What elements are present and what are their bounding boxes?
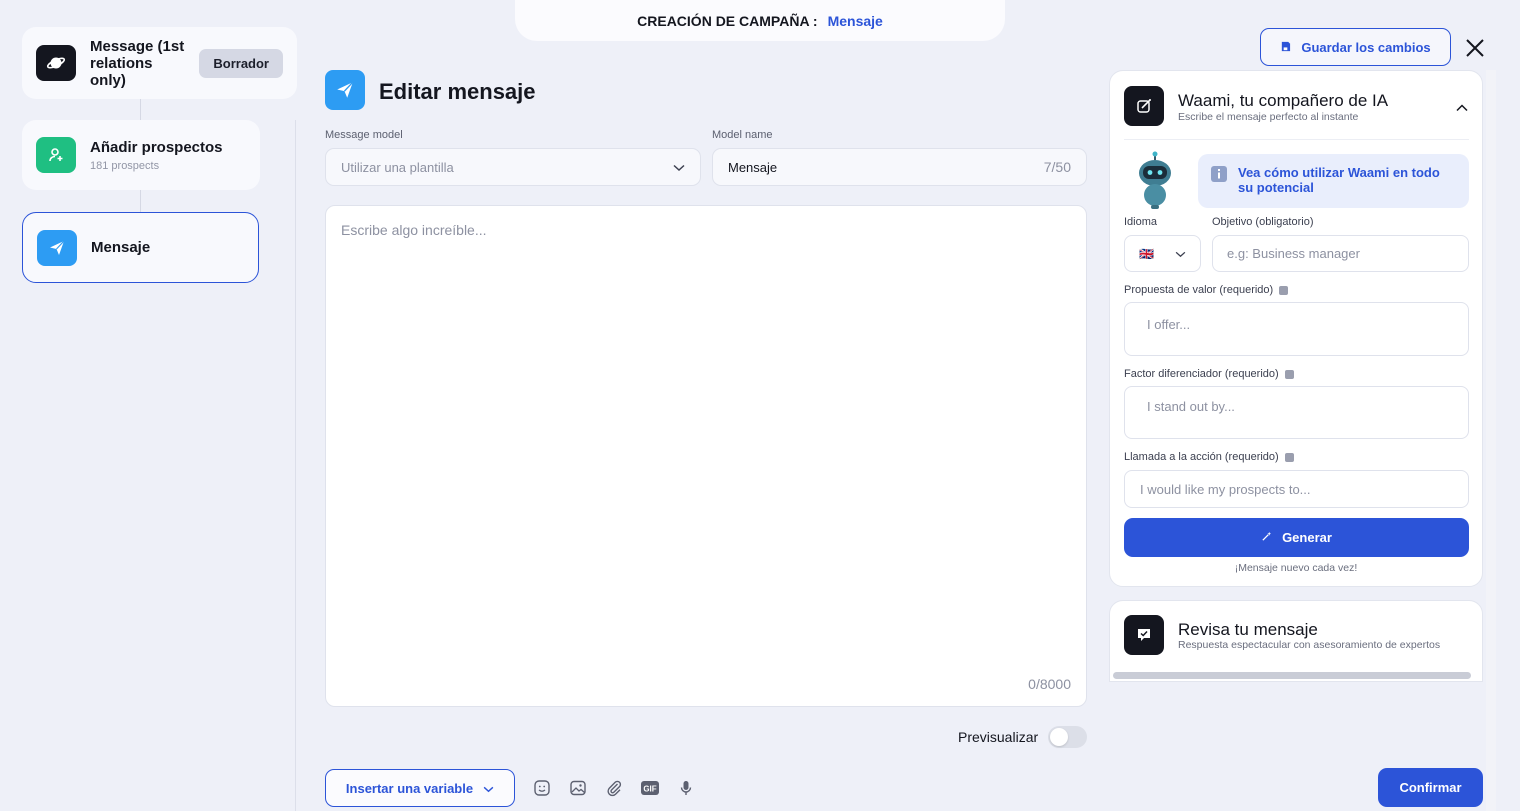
value-proposition-input[interactable]: I offer... xyxy=(1124,302,1469,356)
gif-icon[interactable]: GIF xyxy=(640,778,660,798)
diff-placeholder: I stand out by... xyxy=(1147,399,1235,414)
paper-plane-icon xyxy=(37,229,77,266)
model-name-value: Mensaje xyxy=(728,159,778,175)
diff-label-text: Factor diferenciador (requerido) xyxy=(1124,368,1279,380)
cta-label: Llamada a la acción (requerido) xyxy=(1124,451,1294,463)
cta-label-text: Llamada a la acción (requerido) xyxy=(1124,451,1279,463)
step-connector xyxy=(140,190,141,212)
save-changes-button[interactable]: Guardar los cambios xyxy=(1260,28,1451,66)
differentiator-label: Factor diferenciador (requerido) xyxy=(1124,368,1294,380)
step-add-prospects[interactable]: Añadir prospectos 181 prospects xyxy=(22,120,260,190)
info-icon xyxy=(1210,165,1228,188)
step-message-active[interactable]: Mensaje xyxy=(22,212,259,283)
info-icon[interactable] xyxy=(1279,285,1289,295)
waami-tip-link[interactable]: Vea cómo utilizar Waami en todo su poten… xyxy=(1198,154,1469,208)
message-counter: 0/8000 xyxy=(1028,676,1071,692)
ai-assistant-panel: Waami, tu compañero de IA Escribe el men… xyxy=(1109,70,1483,587)
magic-edit-icon xyxy=(1124,86,1164,126)
template-select[interactable]: Utilizar una plantilla xyxy=(325,148,701,186)
cta-input[interactable]: I would like my prospects to... xyxy=(1124,470,1469,508)
confirm-button[interactable]: Confirmar xyxy=(1378,768,1483,807)
draft-badge: Borrador xyxy=(199,48,283,78)
review-title: Revisa tu mensaje xyxy=(1178,620,1318,639)
preview-label: Previsualizar xyxy=(958,729,1039,745)
divider xyxy=(1124,139,1469,140)
ai-subtitle: Escribe el mensaje perfecto al instante xyxy=(1178,111,1359,123)
breadcrumb-label: CREACIÓN DE CAMPAÑA : xyxy=(637,12,818,29)
ai-title: Waami, tu compañero de IA xyxy=(1178,91,1389,110)
name-label: Model name xyxy=(712,129,773,141)
cta-placeholder: I would like my prospects to... xyxy=(1140,481,1311,497)
sparkle-icon xyxy=(1261,530,1272,545)
step-message-draft[interactable]: Message (1st relations only) Borrador xyxy=(22,27,297,99)
value-label-text: Propuesta de valor (requerido) xyxy=(1124,284,1274,296)
insert-variable-button[interactable]: Insertar una variable xyxy=(325,769,515,807)
differentiator-input[interactable]: I stand out by... xyxy=(1124,386,1469,439)
review-message-panel[interactable]: Revisa tu mensaje Respuesta espectacular… xyxy=(1109,600,1483,682)
objective-label-text: Objetivo (obligatorio) xyxy=(1212,216,1314,228)
chevron-down-icon xyxy=(673,160,685,175)
info-icon[interactable] xyxy=(1284,369,1294,379)
campaign-breadcrumb: CREACIÓN DE CAMPAÑA : Mensaje xyxy=(515,0,1005,41)
breadcrumb-current: Mensaje xyxy=(827,12,883,29)
flag-uk-icon: 🇬🇧 xyxy=(1139,246,1154,261)
tip-text: Vea cómo utilizar Waami en todo su poten… xyxy=(1238,165,1440,195)
language-label: Idioma xyxy=(1124,216,1157,228)
emoji-icon[interactable] xyxy=(532,778,552,798)
chevron-down-icon xyxy=(483,781,494,796)
language-label-text: Idioma xyxy=(1124,216,1158,228)
save-icon xyxy=(1280,40,1291,55)
chevron-up-icon[interactable] xyxy=(1456,99,1468,117)
generate-label: Generar xyxy=(1282,530,1332,545)
step-connector xyxy=(140,99,141,120)
insert-variable-label: Insertar una variable xyxy=(345,780,474,796)
generate-note: ¡Mensaje nuevo cada vez! xyxy=(1234,562,1358,574)
add-user-icon xyxy=(36,137,76,173)
review-subtitle: Respuesta espectacular con asesoramiento… xyxy=(1178,639,1441,651)
language-select[interactable]: 🇬🇧 xyxy=(1124,235,1201,272)
image-icon[interactable] xyxy=(568,778,588,798)
preview-toggle[interactable] xyxy=(1048,726,1087,748)
info-icon[interactable] xyxy=(1284,452,1294,462)
message-textarea[interactable]: Escribe algo increíble... 0/8000 xyxy=(325,205,1087,707)
objective-label: Objetivo (obligatorio) xyxy=(1212,216,1314,228)
model-name-input[interactable]: Mensaje 7/50 xyxy=(712,148,1087,186)
robot-mascot-icon xyxy=(1132,151,1178,216)
planet-icon xyxy=(36,45,76,81)
value-placeholder: I offer... xyxy=(1147,317,1191,332)
model-label: Message model xyxy=(325,129,403,141)
chat-check-icon xyxy=(1124,615,1164,655)
step-title: Message (1st relations only) xyxy=(90,37,185,89)
step-subtitle: 181 prospects xyxy=(90,159,160,172)
step-title: Mensaje xyxy=(91,239,151,256)
value-label: Propuesta de valor (requerido) xyxy=(1124,284,1289,296)
step-title: Añadir prospectos xyxy=(90,138,223,156)
microphone-icon[interactable] xyxy=(676,778,696,798)
attachment-icon[interactable] xyxy=(604,778,624,798)
chevron-down-icon xyxy=(1175,246,1186,261)
close-icon[interactable] xyxy=(1463,36,1487,60)
save-label: Guardar los cambios xyxy=(1301,39,1431,55)
paper-plane-icon xyxy=(325,70,365,110)
svg-text:GIF: GIF xyxy=(643,785,656,794)
model-name-counter: 7/50 xyxy=(1043,159,1071,175)
objective-placeholder: e.g: Business manager xyxy=(1227,246,1360,261)
vertical-scrollbar[interactable] xyxy=(1486,70,1496,811)
message-placeholder: Escribe algo increíble... xyxy=(341,222,487,238)
page-title: Editar mensaje xyxy=(379,79,536,104)
horizontal-scrollbar[interactable] xyxy=(1113,672,1471,679)
generate-button[interactable]: Generar xyxy=(1124,518,1469,557)
objective-input[interactable]: e.g: Business manager xyxy=(1212,235,1469,272)
sidebar-divider xyxy=(295,120,296,811)
template-placeholder: Utilizar una plantilla xyxy=(341,159,454,175)
